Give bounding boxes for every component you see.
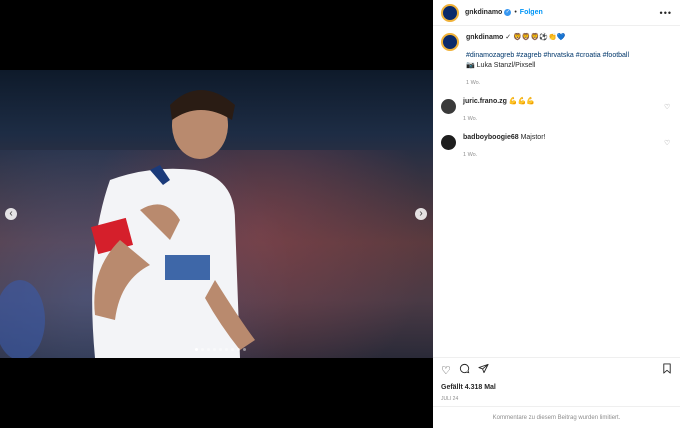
comment-text: 💪💪💪	[508, 98, 536, 105]
list-item: badboyboogie68 Majstor! 1 Wo. ♡	[441, 133, 672, 160]
carousel-dot	[195, 348, 198, 351]
separator: •	[514, 9, 517, 16]
carousel-next-button[interactable]: ›	[415, 208, 427, 220]
carousel-prev-button[interactable]: ‹	[5, 208, 17, 220]
caption-time: 1 Wo.	[466, 80, 481, 86]
list-item: juric.frano.zg 💪💪💪 1 Wo. ♡	[441, 97, 672, 124]
post-photo	[0, 70, 433, 358]
heart-icon[interactable]: ♡	[441, 364, 451, 377]
caption-credit: 📷 Luka Stanzl/Pixsell	[466, 62, 536, 69]
carousel-dot	[225, 348, 228, 351]
post-username[interactable]: gnkdinamo	[465, 9, 502, 16]
caption-emojis: ✓ 🦁🦁🦁⚽👏💙	[505, 34, 566, 41]
post-date: JULI 24	[441, 396, 459, 402]
follow-button[interactable]: Folgen	[520, 9, 543, 16]
caption-hashtags[interactable]: #dinamozagreb #zagreb #hrvatska #croatia…	[466, 52, 629, 59]
carousel-dots	[195, 348, 246, 351]
comment-username[interactable]: juric.frano.zg	[463, 98, 507, 105]
post-actions: ♡ Gefällt 4.318 Mal JULI 24	[433, 357, 680, 407]
comment-like-icon[interactable]: ♡	[664, 139, 672, 147]
comment-like-icon[interactable]: ♡	[664, 103, 672, 111]
avatar[interactable]	[441, 3, 459, 22]
comments-list: gnkdinamo ✓ 🦁🦁🦁⚽👏💙 #dinamozagreb #zagreb…	[433, 26, 680, 176]
likes-count[interactable]: Gefällt 4.318 Mal	[441, 384, 672, 391]
post-header: gnkdinamo ✓ • Folgen •••	[433, 0, 680, 26]
share-icon[interactable]	[478, 363, 489, 377]
avatar[interactable]	[441, 135, 456, 150]
carousel-dot	[207, 348, 210, 351]
carousel-dot	[201, 348, 204, 351]
verified-icon: ✓	[504, 9, 512, 16]
player-figure	[0, 90, 255, 358]
comment-time: 1 Wo.	[463, 152, 478, 158]
post-media: ‹ ›	[0, 0, 433, 428]
caption: gnkdinamo ✓ 🦁🦁🦁⚽👏💙 #dinamozagreb #zagreb…	[441, 33, 672, 88]
comment-icon[interactable]	[459, 363, 470, 377]
caption-username[interactable]: gnkdinamo	[466, 34, 503, 41]
more-options-icon[interactable]: •••	[660, 8, 672, 18]
carousel-dot	[219, 348, 222, 351]
carousel-dot	[213, 348, 216, 351]
avatar[interactable]	[441, 99, 456, 114]
comment-time: 1 Wo.	[463, 116, 478, 122]
carousel-dot	[231, 348, 234, 351]
comments-limited-notice: Kommentare zu diesem Beitrag wurden limi…	[433, 406, 680, 428]
bookmark-icon[interactable]	[662, 363, 672, 377]
comment-text: Majstor!	[520, 134, 546, 141]
carousel-dot	[237, 348, 240, 351]
comment-username[interactable]: badboyboogie68	[463, 134, 519, 141]
avatar[interactable]	[441, 33, 459, 51]
carousel-dot	[243, 348, 246, 351]
post-side-panel: gnkdinamo ✓ • Folgen ••• gnkdinamo ✓ 🦁🦁🦁…	[433, 0, 680, 428]
